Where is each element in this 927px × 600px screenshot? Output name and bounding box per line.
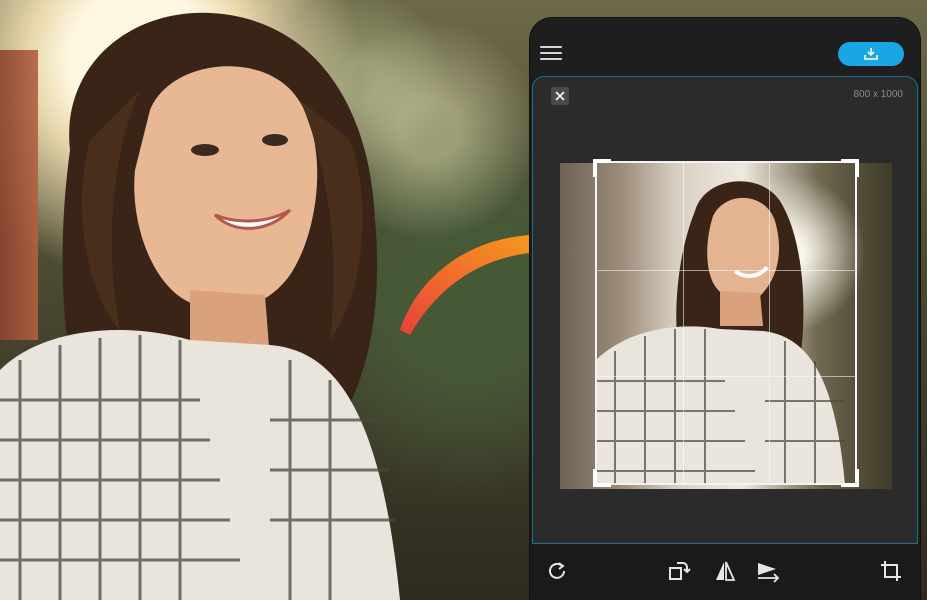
bottom-toolbar (530, 548, 920, 600)
crop-icon (881, 561, 901, 581)
download-icon (864, 48, 878, 60)
crop-button[interactable] (878, 558, 904, 584)
straighten-icon (758, 563, 780, 583)
menu-icon (540, 46, 562, 48)
image-dimensions: 800 x 1000 (853, 89, 904, 100)
app-top-bar (530, 18, 920, 76)
menu-button[interactable] (540, 46, 562, 62)
phone-mockup: 800 x 1000 (530, 18, 920, 600)
editor-panel: 800 x 1000 (532, 76, 918, 544)
rotate-button[interactable] (544, 558, 570, 584)
straighten-button[interactable] (756, 558, 782, 584)
close-icon (555, 91, 565, 101)
crop-handle-top-left[interactable] (593, 159, 611, 177)
promo-stage: 800 x 1000 (0, 0, 927, 600)
rotate-icon (549, 562, 565, 579)
rotate-layer-icon (669, 562, 691, 580)
flip-button[interactable] (712, 558, 738, 584)
close-button[interactable] (551, 87, 569, 105)
crop-handle-top-right[interactable] (841, 159, 859, 177)
crop-frame[interactable] (593, 159, 859, 487)
save-button[interactable] (838, 42, 904, 66)
rotate-layer-button[interactable] (666, 558, 692, 584)
portrait-photo (0, 12, 400, 600)
crop-handle-bottom-right[interactable] (841, 469, 859, 487)
crop-handle-bottom-left[interactable] (593, 469, 611, 487)
flip-icon (716, 561, 736, 581)
